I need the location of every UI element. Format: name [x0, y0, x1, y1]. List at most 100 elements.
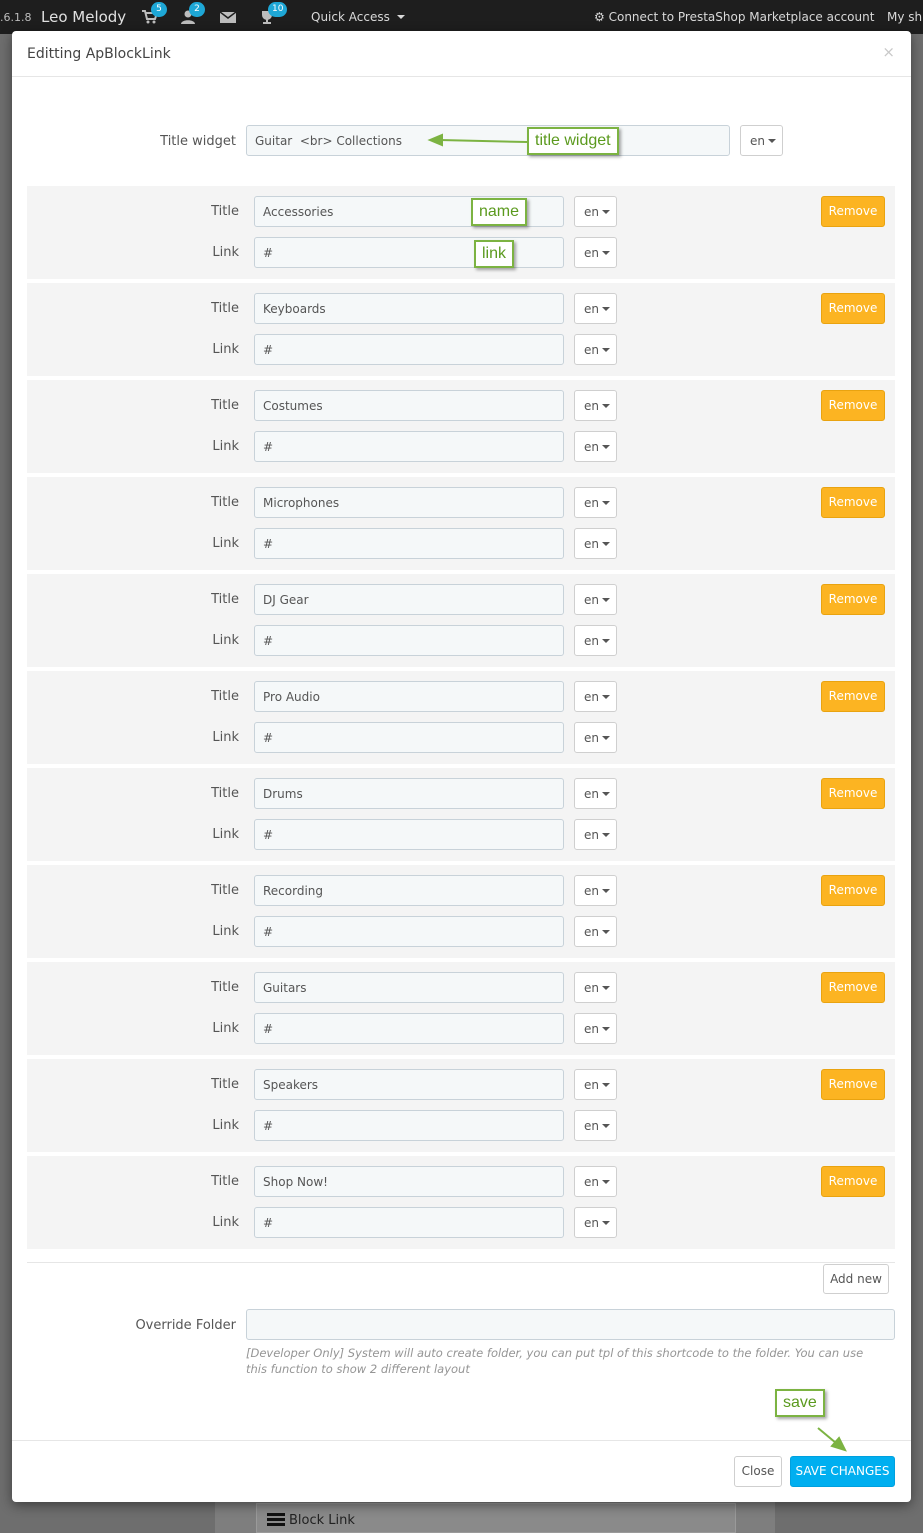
link-title-lang-select[interactable]: en [574, 293, 617, 324]
annotation-name: name [471, 198, 528, 226]
link-title-input[interactable] [254, 584, 564, 615]
title-widget-lang-select[interactable]: en [740, 125, 783, 156]
link-label: Link [212, 730, 239, 745]
remove-button[interactable]: Remove [821, 196, 885, 227]
link-title-input[interactable] [254, 1069, 564, 1100]
chevron-down-icon [602, 833, 610, 837]
remove-button[interactable]: Remove [821, 1069, 885, 1100]
link-url-lang-select[interactable]: en [574, 334, 617, 365]
link-title-lang-select[interactable]: en [574, 584, 617, 615]
link-label: Link [212, 633, 239, 648]
link-title-lang-select[interactable]: en [574, 196, 617, 227]
link-title-input[interactable] [254, 875, 564, 906]
link-title-input[interactable] [254, 390, 564, 421]
link-title-lang-select[interactable]: en [574, 681, 617, 712]
link-url-input[interactable] [254, 237, 564, 268]
link-url-input[interactable] [254, 334, 564, 365]
link-title-lang-select[interactable]: en [574, 778, 617, 809]
link-title-lang-select[interactable]: en [574, 1069, 617, 1100]
link-title-input[interactable] [254, 681, 564, 712]
lang-label: en [584, 302, 599, 316]
link-row: Title en Link en Remove [27, 671, 895, 764]
lang-label: en [584, 981, 599, 995]
remove-button[interactable]: Remove [821, 778, 885, 809]
link-url-lang-select[interactable]: en [574, 1110, 617, 1141]
link-title-lang-select[interactable]: en [574, 390, 617, 421]
link-url-lang-select[interactable]: en [574, 916, 617, 947]
trophy-badge: 10 [268, 2, 288, 17]
remove-button[interactable]: Remove [821, 972, 885, 1003]
link-label: Link [212, 439, 239, 454]
link-url-input[interactable] [254, 819, 564, 850]
lang-label: en [584, 440, 599, 454]
link-url-lang-select[interactable]: en [574, 528, 617, 559]
my-shop-link[interactable]: My sh [887, 10, 922, 24]
link-url-input[interactable] [254, 1207, 564, 1238]
close-button[interactable]: Close [734, 1456, 782, 1487]
link-url-input[interactable] [254, 528, 564, 559]
trophy-icon[interactable]: 10 [259, 2, 288, 24]
quick-access-menu[interactable]: Quick Access [311, 10, 405, 24]
link-url-lang-select[interactable]: en [574, 1207, 617, 1238]
version-label: .6.1.8 [0, 11, 32, 24]
remove-button[interactable]: Remove [821, 1166, 885, 1197]
link-title-lang-select[interactable]: en [574, 487, 617, 518]
title-label: Title [211, 689, 239, 704]
marketplace-label: Connect to PrestaShop Marketplace accoun… [608, 10, 875, 24]
override-folder-input[interactable] [246, 1309, 895, 1340]
chevron-down-icon [396, 15, 405, 19]
remove-button[interactable]: Remove [821, 390, 885, 421]
link-url-lang-select[interactable]: en [574, 819, 617, 850]
link-row: Title en Link en Remove [27, 962, 895, 1055]
lang-label: en [584, 1022, 599, 1036]
lang-label: en [584, 343, 599, 357]
link-url-lang-select[interactable]: en [574, 1013, 617, 1044]
annotation-title-widget: title widget [527, 127, 619, 155]
link-title-input[interactable] [254, 778, 564, 809]
orders-cart-icon[interactable]: 5 [142, 2, 167, 24]
list-icon [267, 1513, 285, 1526]
remove-button[interactable]: Remove [821, 681, 885, 712]
puzzle-icon: ⚙ [594, 10, 605, 24]
link-url-input[interactable] [254, 625, 564, 656]
link-url-lang-select[interactable]: en [574, 237, 617, 268]
link-title-lang-select[interactable]: en [574, 875, 617, 906]
link-url-input[interactable] [254, 1110, 564, 1141]
chevron-down-icon [602, 1027, 610, 1031]
chevron-down-icon [602, 1083, 610, 1087]
link-url-input[interactable] [254, 916, 564, 947]
title-widget-input[interactable] [246, 125, 730, 156]
link-title-input[interactable] [254, 293, 564, 324]
link-title-lang-select[interactable]: en [574, 1166, 617, 1197]
close-icon[interactable]: × [882, 43, 895, 61]
link-title-lang-select[interactable]: en [574, 972, 617, 1003]
save-changes-button[interactable]: SAVE CHANGES [790, 1456, 895, 1487]
lang-label: en [584, 828, 599, 842]
link-title-input[interactable] [254, 1166, 564, 1197]
link-url-lang-select[interactable]: en [574, 431, 617, 462]
lang-label: en [584, 1078, 599, 1092]
annotation-link: link [474, 240, 515, 268]
link-url-input[interactable] [254, 722, 564, 753]
link-title-input[interactable] [254, 487, 564, 518]
customers-user-icon[interactable]: 2 [180, 2, 205, 24]
chevron-down-icon [768, 139, 776, 143]
edit-blocklink-modal: Editting ApBlockLink × Title widget en T… [12, 31, 911, 1502]
shop-name-link[interactable]: Leo Melody [41, 8, 126, 26]
remove-button[interactable]: Remove [821, 584, 885, 615]
remove-button[interactable]: Remove [821, 293, 885, 324]
link-url-lang-select[interactable]: en [574, 722, 617, 753]
link-label: Link [212, 536, 239, 551]
link-url-lang-select[interactable]: en [574, 625, 617, 656]
link-url-input[interactable] [254, 431, 564, 462]
messages-envelope-icon[interactable] [219, 10, 237, 24]
link-label: Link [212, 245, 239, 260]
link-row: Title en Link en Remove [27, 283, 895, 376]
add-new-button[interactable]: Add new [823, 1264, 889, 1294]
link-title-input[interactable] [254, 972, 564, 1003]
chevron-down-icon [602, 1221, 610, 1225]
marketplace-link[interactable]: ⚙ Connect to PrestaShop Marketplace acco… [594, 10, 874, 24]
remove-button[interactable]: Remove [821, 875, 885, 906]
link-url-input[interactable] [254, 1013, 564, 1044]
remove-button[interactable]: Remove [821, 487, 885, 518]
